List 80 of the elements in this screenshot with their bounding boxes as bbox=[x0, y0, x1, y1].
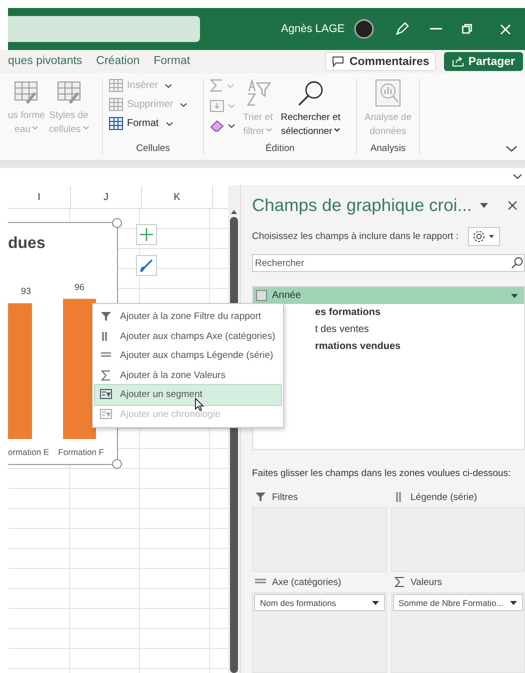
filter-icon bbox=[100, 311, 112, 322]
data-label: 93 bbox=[21, 286, 31, 296]
gear-icon bbox=[472, 230, 496, 243]
mouse-cursor-icon bbox=[195, 398, 204, 411]
area-label: Légende (série) bbox=[410, 492, 478, 502]
resize-handle[interactable] bbox=[112, 459, 122, 469]
insert-cells-icon bbox=[109, 79, 123, 92]
group-label: Édition bbox=[264, 143, 296, 154]
dropdown-arrow-icon[interactable] bbox=[511, 294, 518, 298]
checkbox[interactable] bbox=[256, 290, 267, 301]
ribbon-tab[interactable]: Création bbox=[96, 52, 140, 72]
field-pill[interactable]: Nom des formations bbox=[254, 594, 384, 611]
settings-button[interactable] bbox=[468, 227, 500, 246]
group-label: Analysis bbox=[369, 143, 407, 154]
drag-instruction: Faites glisser les champs dans les zones voulues ci-dessous: bbox=[252, 468, 512, 479]
area-label: Valeurs bbox=[410, 576, 442, 588]
analysis-icon bbox=[374, 79, 402, 107]
slicer-icon bbox=[100, 389, 112, 400]
group-label: Cellules bbox=[135, 143, 171, 154]
delete-cells-icon bbox=[109, 98, 123, 111]
search-field[interactable] bbox=[8, 16, 200, 42]
dropdown-arrow-icon[interactable] bbox=[372, 600, 378, 604]
caret-icon bbox=[82, 126, 89, 130]
restore-icon[interactable] bbox=[462, 24, 472, 34]
sigma-icon bbox=[100, 370, 112, 381]
share-icon bbox=[452, 56, 464, 67]
dropdown-arrow-icon[interactable] bbox=[480, 203, 488, 208]
resize-handle[interactable] bbox=[112, 218, 122, 228]
caret-icon bbox=[266, 128, 272, 132]
axis-label: ormation E bbox=[8, 447, 50, 457]
table-style-icon bbox=[13, 79, 40, 105]
pane-instruction: Choisissez les champs à inclure dans le rapport : bbox=[252, 231, 458, 242]
ribbon-tab[interactable]: ques pivotants bbox=[8, 52, 82, 72]
area-label: Filtres bbox=[272, 492, 298, 502]
eraser-button[interactable] bbox=[210, 120, 235, 132]
column-header[interactable]: J bbox=[71, 186, 142, 208]
filter-icon bbox=[255, 492, 266, 502]
pane-title: Champs de graphique croi... bbox=[252, 195, 472, 216]
dropdown-arrow-icon[interactable] bbox=[510, 600, 517, 604]
cells-button[interactable]: Format bbox=[109, 117, 197, 130]
ribbon-tab[interactable]: Format bbox=[154, 52, 190, 72]
chevron-down-icon[interactable] bbox=[506, 146, 517, 152]
drop-zone[interactable]: Nom des formations bbox=[252, 592, 386, 673]
chart-title: dues bbox=[8, 235, 46, 253]
find-select-button[interactable]: Rechercher et sélectionner bbox=[280, 79, 340, 139]
caret-icon bbox=[32, 126, 38, 130]
caret-icon bbox=[334, 128, 340, 132]
share-button[interactable]: Partager bbox=[444, 52, 523, 71]
table-style-icon bbox=[56, 79, 82, 105]
caret-icon bbox=[228, 124, 235, 128]
search-field[interactable]: Rechercher bbox=[252, 254, 525, 272]
caret-icon bbox=[166, 122, 173, 126]
search-icon bbox=[511, 257, 523, 269]
area-label: Axe (catégories) bbox=[272, 576, 342, 588]
search-icon bbox=[296, 79, 325, 107]
column-header[interactable]: I bbox=[8, 186, 71, 208]
user-name: Agnès LAGE bbox=[281, 23, 345, 35]
chevron-down-icon[interactable] bbox=[513, 174, 522, 179]
data-label: 96 bbox=[74, 282, 84, 292]
field-pill[interactable]: Somme de Nbre Formatio... bbox=[392, 594, 523, 611]
caret-icon bbox=[228, 104, 235, 108]
column-header[interactable]: K bbox=[142, 186, 213, 208]
close-icon[interactable] bbox=[508, 201, 517, 210]
timeline-icon bbox=[100, 408, 112, 420]
axis-label: Formation F bbox=[58, 447, 104, 457]
format-cells-icon bbox=[109, 117, 123, 130]
pen-icon[interactable] bbox=[394, 21, 410, 37]
minimize-icon[interactable] bbox=[430, 28, 442, 30]
chart-styles-button[interactable] bbox=[136, 255, 157, 276]
avatar-icon[interactable] bbox=[354, 19, 374, 39]
scroll-up-arrow-icon[interactable] bbox=[231, 210, 237, 214]
field-item[interactable]: Année bbox=[253, 287, 524, 304]
comments-button[interactable]: Commentaires bbox=[325, 52, 436, 71]
caret-icon bbox=[165, 84, 172, 88]
comment-icon bbox=[332, 56, 344, 67]
drop-zone[interactable]: Somme de Nbre Formatio... bbox=[390, 592, 525, 673]
caret-icon bbox=[227, 84, 234, 88]
sigma-icon bbox=[394, 577, 404, 587]
chart-elements-button[interactable] bbox=[136, 224, 157, 245]
caret-icon bbox=[180, 102, 188, 106]
